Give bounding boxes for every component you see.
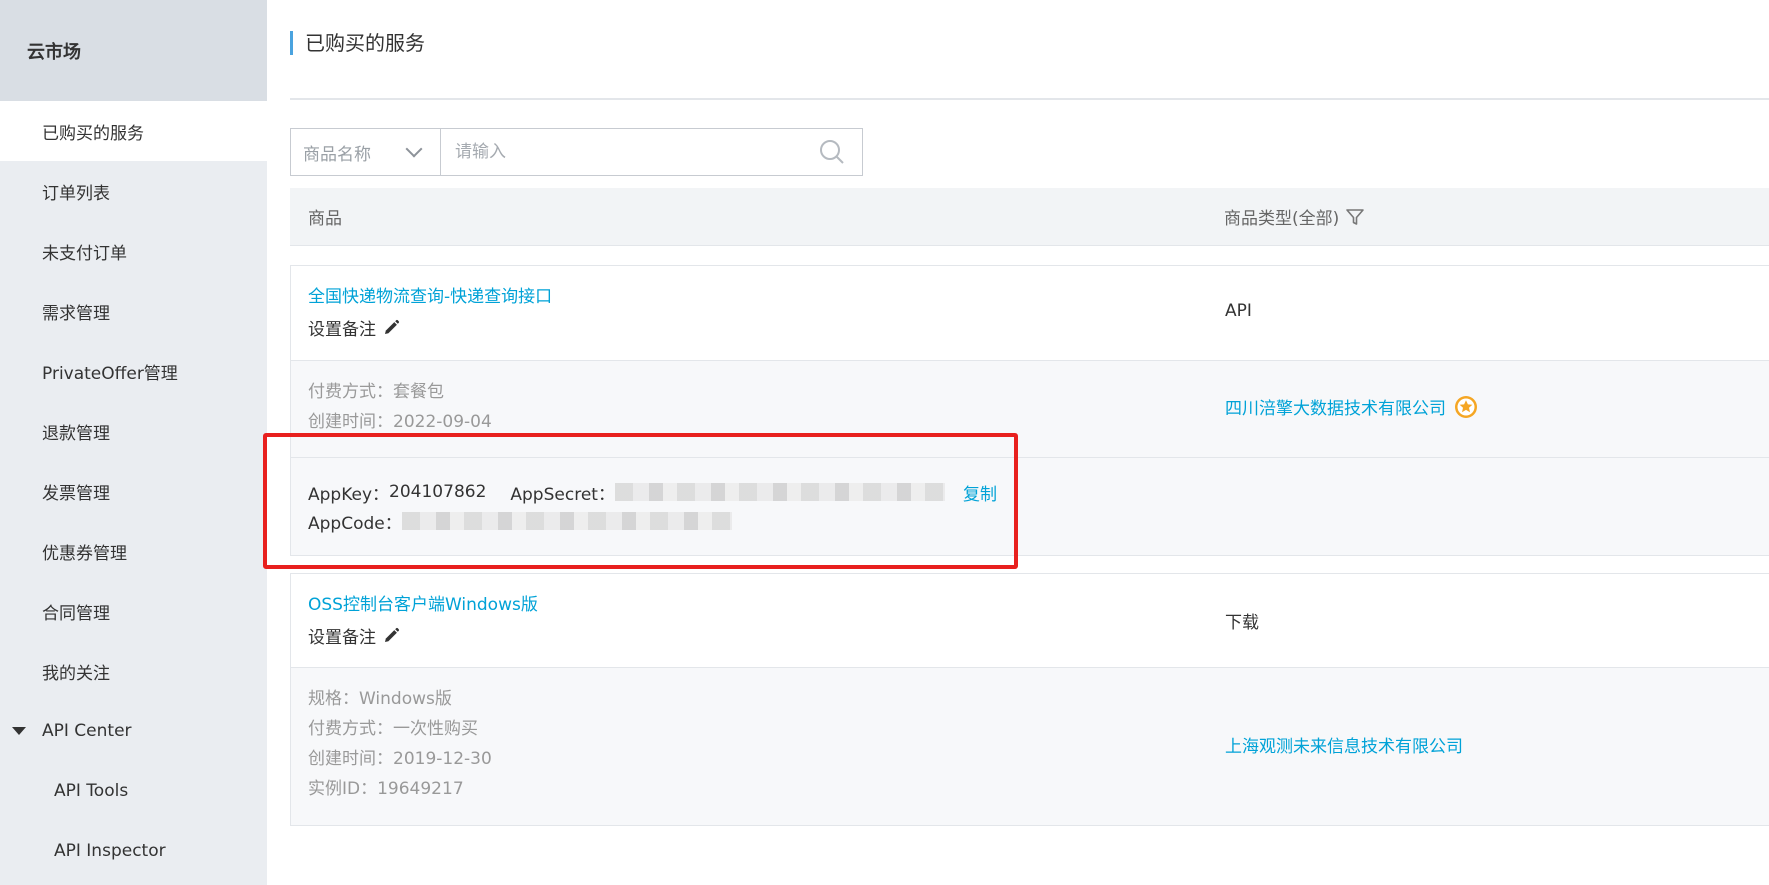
pencil-icon — [385, 627, 400, 642]
sidebar-item-my-follows[interactable]: 我的关注 — [0, 641, 267, 701]
search-field-select[interactable]: 商品名称 — [291, 129, 441, 175]
sidebar-item-purchased-services[interactable]: 已购买的服务 — [0, 101, 267, 161]
sidebar-item-label: PrivateOffer管理 — [42, 363, 178, 384]
service-name-link[interactable]: 全国快递物流查询-快递查询接口 — [308, 282, 552, 307]
sidebar-item-contracts[interactable]: 合同管理 — [0, 581, 267, 641]
page-header: 已购买的服务 — [290, 0, 1769, 100]
vendor-link[interactable]: 上海观测未来信息技术有限公司 — [1225, 737, 1463, 757]
sidebar-item-label: 我的关注 — [42, 663, 110, 684]
set-remark-button[interactable]: 设置备注 — [308, 315, 552, 340]
search-bar: 商品名称 — [290, 128, 863, 176]
search-icon[interactable] — [802, 129, 862, 175]
created-time: 创建时间：2019-12-30 — [308, 749, 492, 769]
sidebar-group-api-center[interactable]: API Center — [0, 701, 267, 761]
appkey-value: 204107862 — [389, 482, 487, 502]
created-time: 创建时间：2022-09-04 — [308, 412, 492, 432]
service-name-link[interactable]: OSS控制台客户端Windows版 — [308, 590, 538, 615]
sidebar-item-api-inspector[interactable]: API Inspector — [0, 821, 267, 881]
appcode-value-redacted — [401, 512, 732, 530]
sidebar-item-coupons[interactable]: 优惠券管理 — [0, 521, 267, 581]
sidebar-item-label: 订单列表 — [42, 183, 110, 204]
appkey-label: AppKey： — [308, 484, 390, 505]
search-input[interactable] — [441, 129, 802, 175]
column-header-type-label: 商品类型(全部) — [1224, 209, 1340, 229]
sidebar-item-label: API Inspector — [54, 841, 166, 861]
search-field-select-label: 商品名称 — [303, 144, 371, 165]
sidebar-title: 云市场 — [0, 0, 267, 101]
sidebar-item-label: 优惠券管理 — [42, 543, 127, 564]
service-row-main: OSS控制台客户端Windows版 设置备注 下载 — [291, 574, 1769, 668]
service-row-credentials: AppKey： 204107862 AppSecret： 复制 AppCode： — [291, 458, 1769, 555]
vendor-link[interactable]: 四川涪擎大数据技术有限公司 — [1225, 394, 1446, 419]
sidebar-item-unpaid-orders[interactable]: 未支付订单 — [0, 221, 267, 281]
sidebar-item-order-list[interactable]: 订单列表 — [0, 161, 267, 221]
set-remark-button[interactable]: 设置备注 — [308, 623, 538, 648]
copy-button[interactable]: 复制 — [963, 480, 997, 505]
sidebar-item-demand-management[interactable]: 需求管理 — [0, 281, 267, 341]
sidebar-item-invoices[interactable]: 发票管理 — [0, 461, 267, 521]
sidebar-item-label: 合同管理 — [42, 603, 110, 624]
appcode-line: AppCode： — [308, 506, 997, 536]
pay-method: 付费方式：套餐包 — [308, 382, 444, 402]
sidebar-item-label: 需求管理 — [42, 303, 110, 324]
appsecret-value-redacted — [614, 483, 945, 501]
sidebar-item-label: 已购买的服务 — [42, 123, 144, 144]
column-header-type[interactable]: 商品类型(全部) — [1224, 204, 1365, 229]
service-type: 下载 — [1225, 613, 1259, 633]
appkey-line: AppKey： 204107862 AppSecret： 复制 — [308, 478, 997, 506]
spec: 规格：Windows版 — [308, 689, 452, 709]
instance-id: 实例ID：19649217 — [308, 779, 464, 799]
service-row-details: 付费方式：套餐包 创建时间：2022-09-04 四川涪擎大数据技术有限公司 — [291, 361, 1769, 458]
sidebar: 云市场 已购买的服务 订单列表 未支付订单 需求管理 PrivateOffer管… — [0, 0, 267, 885]
caret-down-icon — [12, 727, 26, 735]
app-root: 云市场 已购买的服务 订单列表 未支付订单 需求管理 PrivateOffer管… — [0, 0, 1769, 885]
pay-method: 付费方式：一次性购买 — [308, 719, 478, 739]
filter-icon[interactable] — [1345, 207, 1365, 227]
appcode-label: AppCode： — [308, 513, 402, 534]
service-card: 全国快递物流查询-快递查询接口 设置备注 API 付费方式：套餐包 创建时间：2… — [290, 265, 1769, 556]
table-header: 商品 商品类型(全部) — [290, 188, 1769, 246]
sidebar-item-label: 未支付订单 — [42, 243, 127, 264]
main-content: 已购买的服务 商品名称 商品 商品类型(全部) — [290, 0, 1769, 885]
set-remark-label: 设置备注 — [308, 320, 376, 340]
service-row-details: 规格：Windows版 付费方式：一次性购买 创建时间：2019-12-30 实… — [291, 668, 1769, 825]
sidebar-item-api-tools[interactable]: API Tools — [0, 761, 267, 821]
service-card: OSS控制台客户端Windows版 设置备注 下载 规格：Windows版 付费… — [290, 573, 1769, 826]
chevron-down-icon — [405, 140, 423, 158]
vendor-star-badge-icon — [1455, 395, 1477, 418]
sidebar-item-label: API Tools — [54, 781, 129, 801]
sidebar-item-refunds[interactable]: 退款管理 — [0, 401, 267, 461]
sidebar-group-label: API Center — [42, 721, 132, 741]
service-row-main: 全国快递物流查询-快递查询接口 设置备注 API — [291, 266, 1769, 361]
set-remark-label: 设置备注 — [308, 628, 376, 648]
sidebar-item-label: 退款管理 — [42, 423, 110, 444]
appsecret-label: AppSecret： — [510, 484, 615, 505]
pencil-icon — [385, 319, 400, 334]
sidebar-item-privateoffer[interactable]: PrivateOffer管理 — [0, 341, 267, 401]
service-type: API — [1225, 301, 1252, 321]
column-header-product: 商品 — [308, 209, 342, 229]
sidebar-item-label: 发票管理 — [42, 483, 110, 504]
page-title: 已购买的服务 — [290, 31, 425, 55]
